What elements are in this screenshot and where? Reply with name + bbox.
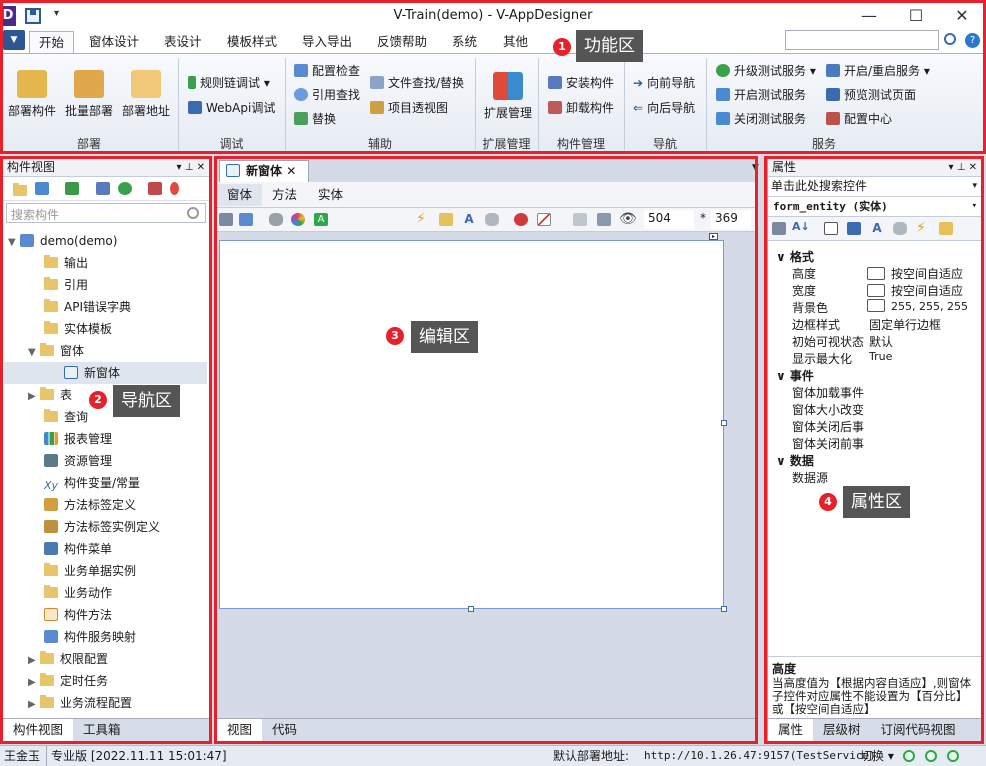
separator xyxy=(46,746,47,766)
callout-label: 功能区 xyxy=(576,30,643,62)
status-address-label: 默认部署地址: xyxy=(553,749,630,763)
callout-marker: 4 xyxy=(819,493,837,511)
region-frame-navigation xyxy=(0,156,212,744)
switch-address-button[interactable]: 切换 ▾ xyxy=(860,746,894,766)
status-light-icon xyxy=(925,750,937,762)
status-bar: 王金玉 专业版 [2022.11.11 15:01:47] 默认部署地址: ht… xyxy=(0,745,986,766)
status-address: http://10.1.26.47:9157(TestService) xyxy=(644,749,876,762)
callout-label: 导航区 xyxy=(113,385,180,417)
status-edition: 专业版 [2022.11.11 15:01:47] xyxy=(51,749,227,763)
region-frame-editor xyxy=(214,156,758,744)
callout-label: 编辑区 xyxy=(411,321,478,353)
callout-marker: 2 xyxy=(89,391,107,409)
status-user: 王金玉 xyxy=(4,749,41,763)
region-frame-properties xyxy=(764,156,984,744)
callout-marker: 1 xyxy=(553,38,571,56)
callout-label: 属性区 xyxy=(843,486,910,518)
status-light-icon xyxy=(903,750,915,762)
status-light-icon xyxy=(947,750,959,762)
callout-marker: 3 xyxy=(386,327,404,345)
region-frame-ribbon xyxy=(0,0,986,154)
